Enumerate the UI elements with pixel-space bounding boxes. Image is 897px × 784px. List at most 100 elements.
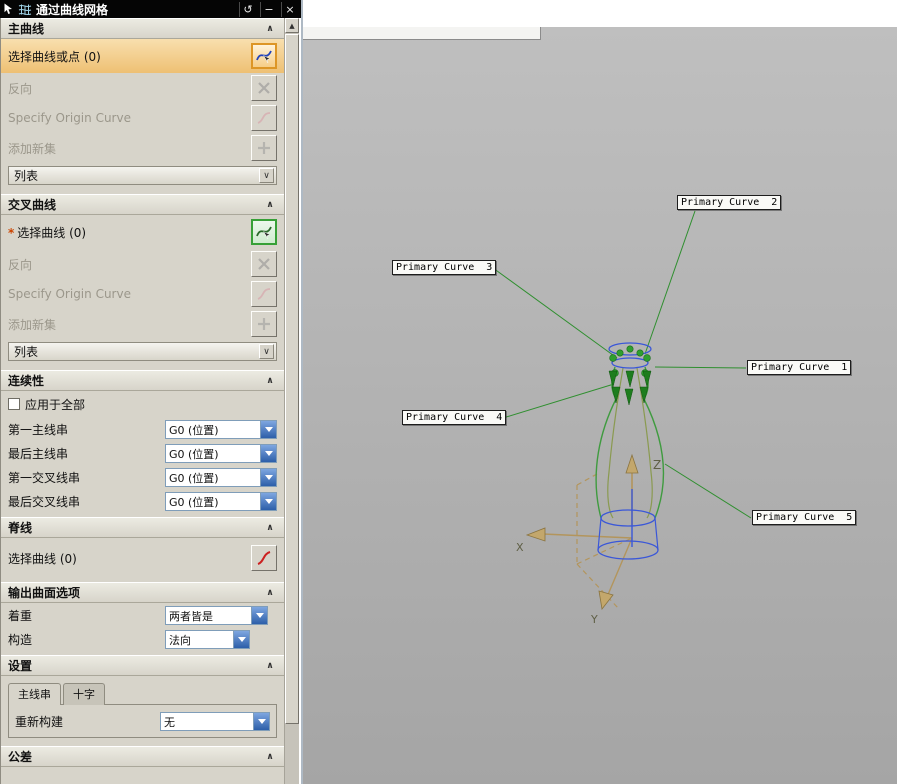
origin-curve-icon — [257, 112, 271, 124]
cross-curves-header[interactable]: 交叉曲线 ∧ — [1, 194, 284, 215]
tolerance-header[interactable]: 公差 ∧ — [1, 746, 284, 767]
collapse-icon[interactable]: ∧ — [263, 752, 277, 762]
collapse-icon[interactable]: ∧ — [263, 661, 277, 671]
tab-primary-string[interactable]: 主线串 — [8, 683, 61, 705]
cross-list-expander[interactable]: 列表 ∨ — [8, 342, 277, 361]
annotation-primary-curve-5[interactable]: Primary Curve 5 — [752, 510, 857, 525]
output-surface-options-title: 输出曲面选项 — [8, 586, 81, 600]
first-cross-string-label: 第一交叉线串 — [8, 470, 81, 485]
through-curve-mesh-dialog: 通过曲线网格 ↺ − × 主曲线 ∧ 选择曲线或点 (0) 反向 Specify… — [0, 0, 301, 784]
chevron-down-icon[interactable]: ∨ — [259, 344, 274, 359]
spine-select-curve-button[interactable] — [251, 545, 277, 571]
spine-select-curve-row[interactable]: 选择曲线 (0) — [1, 538, 284, 578]
scroll-up-button[interactable]: ▲ — [285, 18, 299, 33]
collapse-icon[interactable]: ∧ — [263, 588, 277, 598]
cross-select-curve-button[interactable] — [251, 219, 277, 245]
continuity-header[interactable]: 连续性 ∧ — [1, 370, 284, 391]
first-primary-string-dropdown[interactable]: G0 (位置) — [165, 419, 277, 439]
annotation-primary-curve-4[interactable]: Primary Curve 4 — [402, 410, 507, 425]
required-asterisk: * — [8, 225, 15, 240]
origin-curve-button[interactable] — [251, 105, 277, 131]
curve-select-icon — [256, 226, 272, 240]
spine-curve-icon — [257, 551, 271, 565]
primary-add-set-row: 添加新集 — [1, 133, 284, 163]
rebuild-label: 重新构建 — [15, 714, 64, 729]
dropdown-arrow-icon[interactable] — [233, 630, 249, 648]
collapse-icon[interactable]: ∧ — [263, 376, 277, 386]
reset-button[interactable]: ↺ — [239, 1, 256, 17]
first-primary-string-label: 第一主线串 — [8, 422, 69, 437]
z-axis-arrow — [625, 453, 639, 474]
reverse-icon — [258, 258, 270, 270]
leader-lines — [492, 210, 752, 519]
annotation-primary-curve-2[interactable]: Primary Curve 2 — [677, 195, 782, 210]
reverse-direction-button[interactable] — [251, 75, 277, 101]
collapse-icon[interactable]: ∧ — [263, 200, 277, 210]
output-surface-options-header[interactable]: 输出曲面选项 ∧ — [1, 582, 284, 603]
construction-label: 构造 — [8, 632, 33, 647]
annotation-primary-curve-3[interactable]: Primary Curve 3 — [392, 260, 497, 275]
settings-tabs: 主线串 十字 — [1, 682, 284, 705]
spine-title: 脊线 — [8, 521, 33, 535]
add-new-set-button[interactable] — [251, 311, 277, 337]
chevron-down-icon[interactable]: ∨ — [259, 168, 274, 183]
add-new-set-label: 添加新集 — [8, 141, 57, 156]
dialog-titlebar[interactable]: 通过曲线网格 ↺ − × — [0, 0, 301, 18]
dropdown-arrow-icon[interactable] — [251, 606, 267, 624]
origin-curve-label: Specify Origin Curve — [8, 287, 131, 301]
collapse-icon[interactable]: ∧ — [263, 24, 277, 34]
select-curve-button[interactable] — [251, 43, 277, 69]
cross-select-curve-label: * 选择曲线 (0) — [8, 225, 87, 240]
scrollbar-thumb[interactable] — [285, 34, 299, 724]
collapse-icon[interactable]: ∧ — [263, 523, 277, 533]
cross-select-curve-row[interactable]: * 选择曲线 (0) — [1, 215, 284, 249]
mesh-surface-icon — [18, 2, 32, 16]
dropdown-arrow-icon[interactable] — [260, 420, 276, 438]
last-primary-string-dropdown[interactable]: G0 (位置) — [165, 443, 277, 463]
dialog-title: 通过曲线网格 — [36, 2, 109, 17]
minimize-button[interactable]: − — [260, 1, 277, 17]
apply-to-all-checkbox[interactable] — [8, 398, 20, 410]
tab-cross[interactable]: 十字 — [63, 683, 105, 705]
origin-curve-button[interactable] — [251, 281, 277, 307]
emphasis-dropdown[interactable]: 两者皆是 — [165, 605, 268, 625]
construction-dropdown[interactable]: 法向 — [165, 629, 250, 649]
cross-curves-title: 交叉曲线 — [8, 198, 57, 212]
rebuild-dropdown[interactable]: 无 — [160, 711, 270, 731]
3d-viewport[interactable]: Z X Y Primary Curve 2 Primary Curve 3 Pr… — [303, 27, 897, 784]
add-set-icon — [258, 142, 270, 154]
dialog-scrollbar[interactable]: ▲ — [284, 18, 299, 784]
origin-curve-icon — [257, 288, 271, 300]
first-cross-string-row: 第一交叉线串 G0 (位置) — [1, 465, 284, 489]
reverse-direction-button[interactable] — [251, 251, 277, 277]
settings-header[interactable]: 设置 ∧ — [1, 655, 284, 676]
apply-to-all-row[interactable]: 应用于全部 — [1, 391, 284, 417]
primary-reverse-row: 反向 — [1, 73, 284, 103]
top-strip — [303, 0, 897, 27]
cross-origin-curve-row: Specify Origin Curve — [1, 279, 284, 309]
first-cross-string-dropdown[interactable]: G0 (位置) — [165, 467, 277, 487]
dropdown-arrow-icon[interactable] — [260, 492, 276, 510]
construction-row: 构造 法向 — [1, 627, 284, 651]
graphics-area: Z X Y Primary Curve 2 Primary Curve 3 Pr… — [301, 0, 897, 784]
settings-title: 设置 — [8, 659, 33, 673]
primary-curves-header[interactable]: 主曲线 ∧ — [1, 18, 284, 39]
close-button[interactable]: × — [281, 1, 298, 17]
last-cross-string-row: 最后交叉线串 G0 (位置) — [1, 489, 284, 513]
rebuild-row: 重新构建 无 — [13, 710, 272, 732]
last-cross-string-dropdown[interactable]: G0 (位置) — [165, 491, 277, 511]
spine-select-curve-label: 选择曲线 (0) — [8, 551, 77, 566]
spine-header[interactable]: 脊线 ∧ — [1, 517, 284, 538]
last-primary-string-label: 最后主线串 — [8, 446, 69, 461]
cross-add-set-row: 添加新集 — [1, 309, 284, 339]
dropdown-arrow-icon[interactable] — [253, 712, 269, 730]
select-curve-or-point-row[interactable]: 选择曲线或点 (0) — [1, 39, 284, 73]
add-new-set-button[interactable] — [251, 135, 277, 161]
last-cross-string-label: 最后交叉线串 — [8, 494, 81, 509]
origin-curve-label: Specify Origin Curve — [8, 111, 131, 125]
dropdown-arrow-icon[interactable] — [260, 444, 276, 462]
dropdown-arrow-icon[interactable] — [260, 468, 276, 486]
annotation-primary-curve-1[interactable]: Primary Curve 1 — [747, 360, 852, 375]
apply-to-all-label: 应用于全部 — [25, 397, 86, 412]
primary-list-expander[interactable]: 列表 ∨ — [8, 166, 277, 185]
